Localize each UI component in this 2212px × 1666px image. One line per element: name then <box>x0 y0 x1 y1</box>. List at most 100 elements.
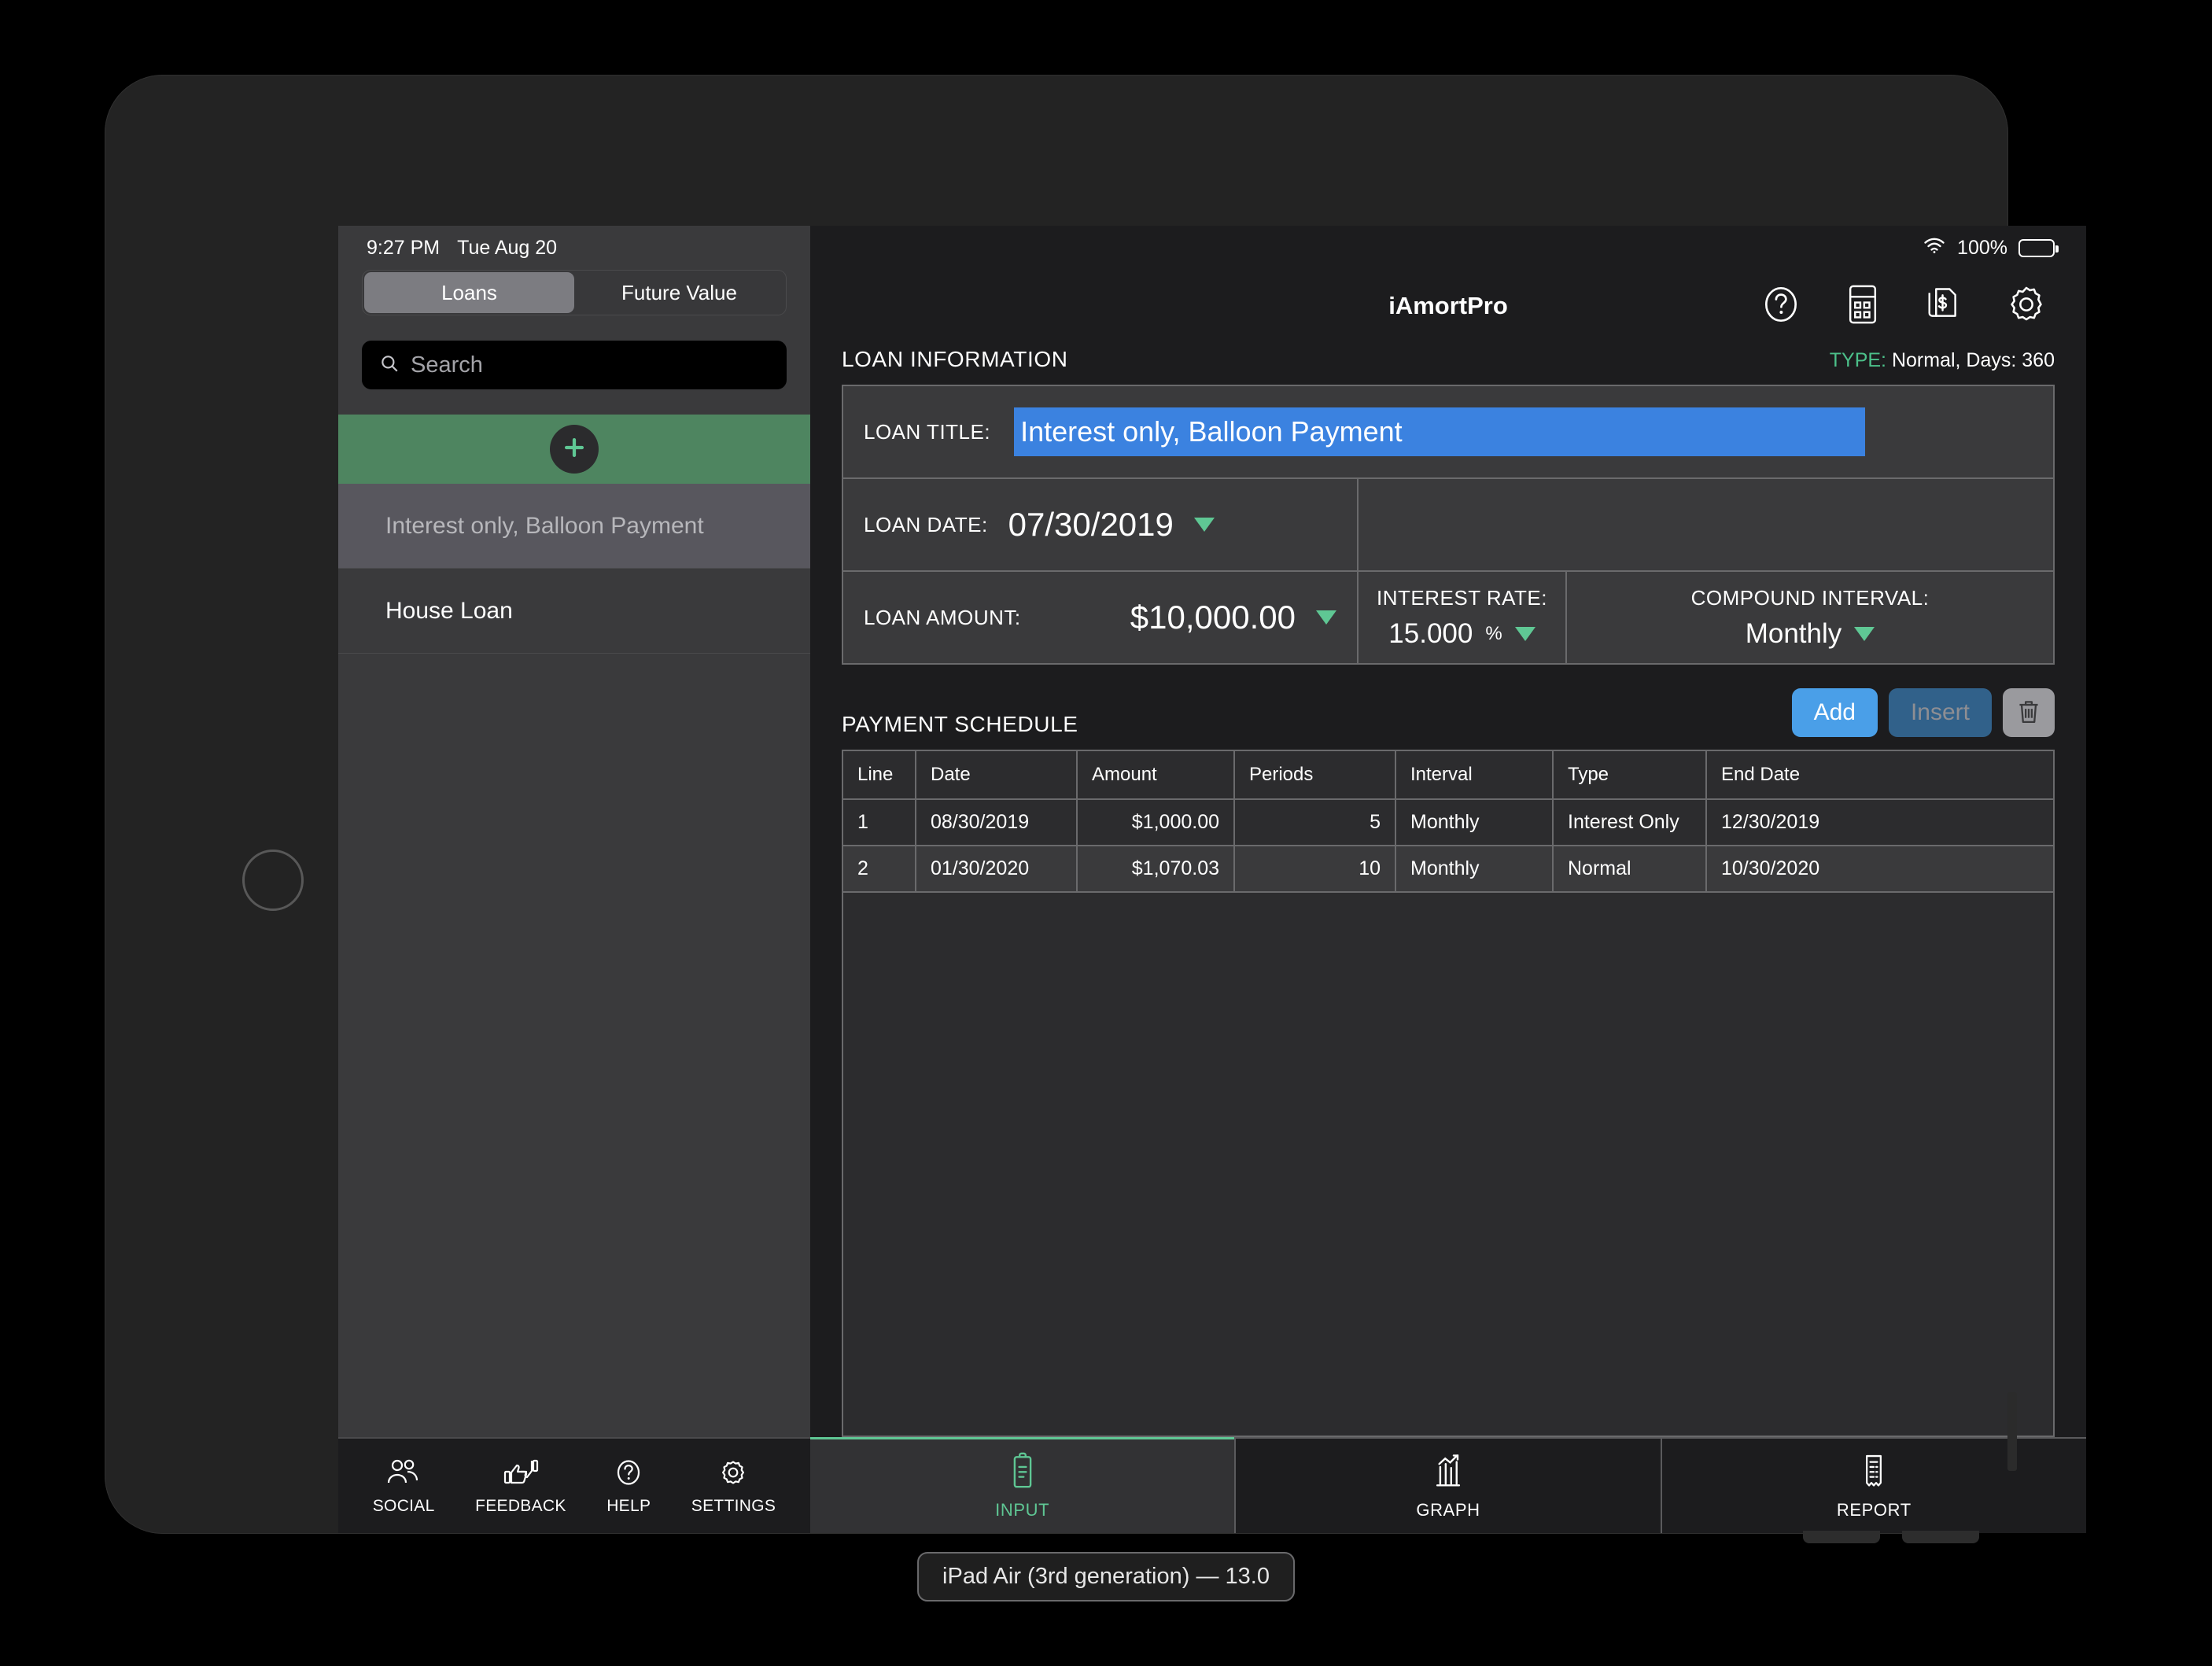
search-input[interactable] <box>411 352 769 378</box>
header-icon-group <box>1759 282 2086 330</box>
loan-list: Interest only, Balloon Payment House Loa… <box>338 484 810 1437</box>
toolbar-item-settings[interactable]: SETTINGS <box>691 1457 776 1516</box>
search-container <box>338 315 810 389</box>
cell-periods: 10 <box>1234 846 1395 892</box>
loan-information-header: LOAN INFORMATION TYPE: Normal, Days: 360 <box>842 342 2055 385</box>
interest-rate-value-group: 15.000 % <box>1388 618 1535 650</box>
search-box[interactable] <box>362 341 787 389</box>
loan-name: Interest only, Balloon Payment <box>385 513 704 540</box>
delete-button[interactable] <box>2003 688 2055 737</box>
compound-interval-value: Monthly <box>1746 618 1842 650</box>
column-header-amount: Amount <box>1077 751 1234 799</box>
loan-date-value: 07/30/2019 <box>1008 506 1174 544</box>
device-screen: 9:27 PM Tue Aug 20 Loans Future Value <box>338 226 2086 1533</box>
insert-button[interactable]: Insert <box>1889 688 1992 737</box>
cell-interval: Monthly <box>1395 799 1553 846</box>
chevron-down-icon[interactable] <box>1854 627 1875 641</box>
table-row[interactable]: 1 08/30/2019 $1,000.00 5 Monthly Interes… <box>843 799 2053 846</box>
segmented-control[interactable]: Loans Future Value <box>362 270 787 315</box>
receipt-icon <box>1859 1452 1889 1494</box>
bar-chart-icon <box>1432 1452 1465 1494</box>
toolbar-label: FEEDBACK <box>475 1497 566 1516</box>
loan-amount-label: LOAN AMOUNT: <box>864 606 1021 630</box>
cell-amount: $1,070.03 <box>1077 846 1234 892</box>
section-title-loan-information: LOAN INFORMATION <box>842 347 1068 372</box>
add-loan-banner[interactable] <box>338 415 810 484</box>
thumbs-icon <box>502 1457 540 1492</box>
list-item[interactable]: Interest only, Balloon Payment <box>338 484 810 569</box>
app-header: iAmortPro <box>810 270 2086 342</box>
loan-amount-value: $10,000.00 <box>1130 599 1296 636</box>
add-button[interactable]: Add <box>1792 688 1878 737</box>
cell-type: Interest Only <box>1553 799 1706 846</box>
compound-interval-label: COMPOUND INTERVAL: <box>1691 586 1930 610</box>
toolbar-label: HELP <box>606 1497 651 1516</box>
column-header-type: Type <box>1553 751 1706 799</box>
toolbar-item-feedback[interactable]: FEEDBACK <box>475 1457 566 1516</box>
column-header-date: Date <box>916 751 1077 799</box>
column-header-end-date: End Date <box>1706 751 2053 799</box>
toolbar-label: SETTINGS <box>691 1497 776 1516</box>
dollar-document-icon[interactable] <box>1923 282 1965 330</box>
loan-date-row-spacer <box>1359 479 2053 570</box>
chevron-down-icon[interactable] <box>1515 627 1535 641</box>
compound-interval-field[interactable]: COMPOUND INTERVAL: Monthly <box>1567 572 2053 663</box>
cell-date: 01/30/2020 <box>916 846 1077 892</box>
type-value: Normal, Days: 360 <box>1892 349 2055 371</box>
home-button[interactable] <box>242 850 304 911</box>
gear-icon <box>716 1457 750 1492</box>
loan-name: House Loan <box>385 598 513 625</box>
chevron-down-icon[interactable] <box>1316 610 1336 625</box>
cell-end-date: 10/30/2020 <box>1706 846 2053 892</box>
status-time: 9:27 PM <box>367 237 440 260</box>
content-area: LOAN INFORMATION TYPE: Normal, Days: 360… <box>810 342 2086 1437</box>
plus-icon <box>561 434 588 465</box>
table-empty-area <box>843 893 2053 1436</box>
table-row[interactable]: 2 01/30/2020 $1,070.03 10 Monthly Normal… <box>843 846 2053 892</box>
type-label: TYPE: <box>1830 349 1886 371</box>
toolbar-item-help[interactable]: HELP <box>606 1457 651 1516</box>
search-icon <box>379 353 400 378</box>
column-header-periods: Periods <box>1234 751 1395 799</box>
device-caption: iPad Air (3rd generation) — 13.0 <box>917 1552 1295 1601</box>
list-item[interactable]: House Loan <box>338 569 810 654</box>
column-header-interval: Interval <box>1395 751 1553 799</box>
clipboard-icon <box>1007 1452 1038 1494</box>
tab-report[interactable]: REPORT <box>1662 1439 2086 1533</box>
payment-schedule-table: Line Date Amount Periods Interval Type E… <box>843 751 2053 893</box>
loan-amount-field[interactable]: LOAN AMOUNT: $10,000.00 <box>843 572 1359 663</box>
main-panel: 100% iAmortPro <box>810 226 2086 1533</box>
cell-end-date: 12/30/2019 <box>1706 799 2053 846</box>
toolbar-item-social[interactable]: SOCIAL <box>373 1457 435 1516</box>
wifi-icon <box>1923 236 1946 260</box>
tab-graph[interactable]: GRAPH <box>1236 1439 1661 1533</box>
tab-loans[interactable]: Loans <box>364 272 574 313</box>
tab-future-value[interactable]: Future Value <box>574 272 784 313</box>
sidebar-toolbar: SOCIAL FEEDBACK <box>338 1437 810 1533</box>
tab-label: GRAPH <box>1416 1500 1480 1520</box>
column-header-line: Line <box>843 751 916 799</box>
cell-line: 2 <box>843 846 916 892</box>
power-button[interactable] <box>2007 1392 2017 1471</box>
table-header-row: Line Date Amount Periods Interval Type E… <box>843 751 2053 799</box>
device-bottom-tab <box>1803 1531 1880 1543</box>
help-icon[interactable] <box>1759 282 1803 330</box>
toolbar-label: SOCIAL <box>373 1497 435 1516</box>
interest-rate-value: 15.000 <box>1388 618 1473 650</box>
device-bottom-tab <box>1902 1531 1979 1543</box>
loan-date-field[interactable]: LOAN DATE: 07/30/2019 <box>843 479 1359 570</box>
interest-rate-label: INTEREST RATE: <box>1377 586 1547 610</box>
loan-title-label: LOAN TITLE: <box>864 420 990 444</box>
status-bar-left: 9:27 PM Tue Aug 20 <box>338 226 810 270</box>
loan-date-row: LOAN DATE: 07/30/2019 <box>843 479 2053 572</box>
compound-interval-value-group: Monthly <box>1746 618 1875 650</box>
gear-icon[interactable] <box>2004 282 2048 330</box>
chevron-down-icon[interactable] <box>1194 518 1215 532</box>
loan-title-field[interactable]: LOAN TITLE: Interest only, Balloon Payme… <box>843 386 2053 477</box>
interest-rate-field[interactable]: INTEREST RATE: 15.000 % <box>1359 572 1567 663</box>
add-loan-button[interactable] <box>550 425 599 474</box>
tab-input[interactable]: INPUT <box>810 1439 1236 1533</box>
battery-icon <box>2018 239 2055 257</box>
loan-title-input[interactable]: Interest only, Balloon Payment <box>1014 407 1865 456</box>
calculator-icon[interactable] <box>1842 282 1883 330</box>
